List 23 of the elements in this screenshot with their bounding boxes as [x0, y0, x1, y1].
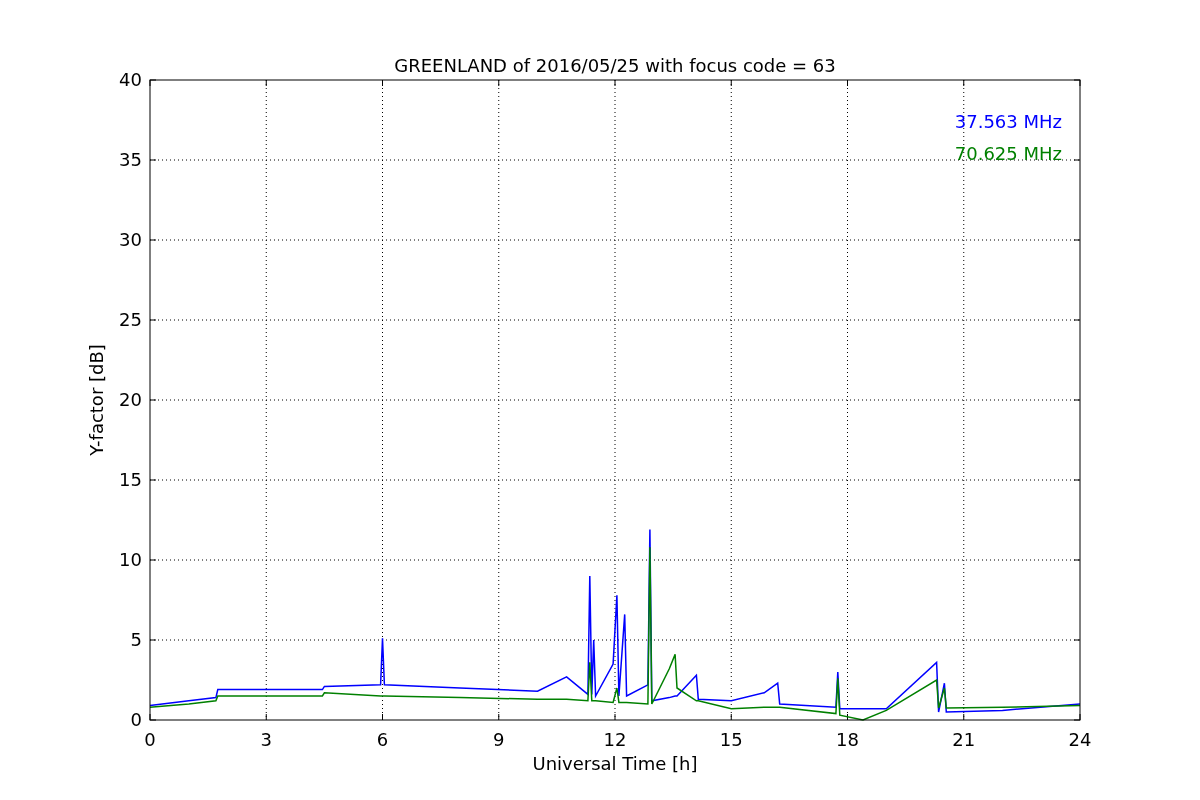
- x-tick-label: 24: [1068, 729, 1092, 750]
- x-axis-label: Universal Time [h]: [532, 753, 698, 774]
- x-tick-label: 12: [603, 729, 627, 750]
- x-tick-label: 15: [719, 729, 743, 750]
- y-tick-label: 15: [119, 469, 142, 490]
- x-tick-label: 18: [836, 729, 859, 750]
- x-tick-label: 6: [376, 729, 389, 750]
- y-tick-label: 5: [130, 629, 142, 650]
- y-tick-label: 10: [119, 549, 142, 570]
- y-tick-label: 40: [119, 69, 142, 90]
- y-tick-label: 35: [119, 149, 142, 170]
- y-tick-label: 25: [119, 309, 142, 330]
- chart-title: GREENLAND of 2016/05/25 with focus code = 63: [394, 55, 836, 76]
- legend-label: 70.625 MHz: [954, 143, 1062, 164]
- x-tick-label: 9: [493, 729, 505, 750]
- y-axis-label: Y-factor [dB]: [86, 344, 107, 456]
- legend-label: 37.563 MHz: [954, 111, 1062, 132]
- y-tick-label: 0: [130, 709, 142, 730]
- y-tick-label: 20: [119, 389, 142, 410]
- x-tick-label: 21: [952, 729, 976, 750]
- y-tick-label: 30: [119, 229, 142, 250]
- x-tick-label: 3: [260, 729, 272, 750]
- x-tick-label: 0: [144, 729, 156, 750]
